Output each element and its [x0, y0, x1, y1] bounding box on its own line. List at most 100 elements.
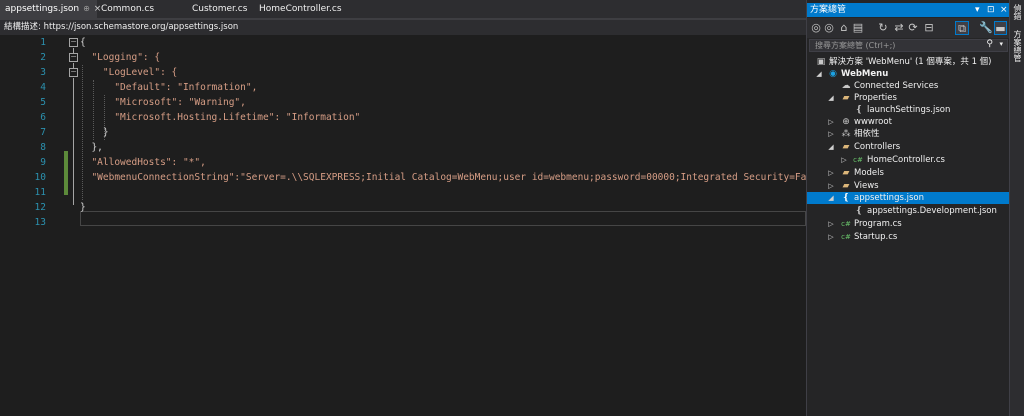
show-all-files-icon[interactable]: ⧉	[955, 21, 969, 35]
expand-arrow-icon[interactable]: ▷	[827, 128, 835, 140]
csharp-file-icon: c#	[841, 220, 851, 228]
json-file-icon: ❴	[855, 206, 863, 216]
preview-selected-icon[interactable]: ▬	[994, 21, 1007, 35]
tree-node-appsettings-development[interactable]: ❴ appsettings.Development.json	[807, 205, 1009, 217]
fold-toggle-icon[interactable]: −	[69, 38, 78, 47]
expand-arrow-icon[interactable]: ▷	[827, 231, 835, 243]
fold-line	[73, 78, 74, 205]
tree-node-launchsettings[interactable]: ❴ launchSettings.json	[807, 104, 1009, 116]
expand-arrow-icon[interactable]: ▷	[827, 180, 835, 192]
tree-node-connected-services[interactable]: ☁ Connected Services	[807, 80, 1009, 92]
tab-label: appsettings.json	[5, 4, 80, 14]
expand-arrow-icon[interactable]: ▷	[840, 154, 848, 166]
web-project-icon: ◉	[829, 69, 837, 79]
folder-icon: ▰	[842, 168, 850, 178]
tab-label: Customer.cs	[192, 4, 248, 14]
fold-toggle-icon[interactable]: −	[69, 68, 78, 77]
line-number: 9	[40, 157, 46, 168]
expand-arrow-icon[interactable]: ▷	[827, 218, 835, 230]
line-number: 4	[40, 82, 46, 93]
collapse-all-icon[interactable]: ⊟	[923, 21, 935, 35]
line-number: 6	[40, 112, 46, 123]
expand-arrow-icon[interactable]: ▷	[827, 116, 835, 128]
forward-icon[interactable]: ◎	[824, 21, 834, 35]
expand-arrow-icon[interactable]: ◢	[827, 141, 835, 153]
line-number: 5	[40, 97, 46, 108]
schema-label: 結構描述: https://json.schemastore.org/appse…	[4, 22, 239, 32]
connected-services-icon: ☁	[841, 81, 851, 91]
code-line: "Microsoft.Hosting.Lifetime": "Informati…	[80, 112, 361, 123]
tree-node-startup[interactable]: ▷ c# Startup.cs	[807, 231, 1009, 243]
tab-appsettings-json[interactable]: appsettings.json ⊕ ×	[0, 0, 101, 18]
line-number: 8	[40, 142, 46, 153]
json-file-icon: ❴	[855, 105, 863, 115]
tree-node-appsettings[interactable]: ◢ ❴ appsettings.json	[807, 192, 1009, 204]
folder-icon: ▰	[842, 181, 850, 191]
globe-icon: ⊕	[842, 117, 850, 127]
pin-icon[interactable]: ⊡	[987, 3, 995, 17]
solution-explorer-toolbar: ◎ ◎ ⌂ ▤ ↻ ⇄ ⟳ ⊟ ⧉ 🔧 ▬	[807, 18, 1010, 38]
tree-node-homecontroller[interactable]: ▷ c# HomeController.cs	[807, 154, 1009, 166]
schema-bar[interactable]: 結構描述: https://json.schemastore.org/appse…	[0, 20, 806, 35]
solution-explorer-title-bar[interactable]: 方案總管 ▾ ⊡ ×	[807, 3, 1010, 17]
tab-homecontroller-cs[interactable]: HomeController.cs	[254, 0, 364, 18]
code-line: }	[80, 127, 109, 138]
tree-node-project[interactable]: ◢ ◉ WebMenu	[807, 68, 1009, 80]
fold-line	[73, 48, 74, 53]
expand-arrow-icon[interactable]: ▷	[827, 167, 835, 179]
side-tab-debug[interactable]: 偵錯	[1012, 4, 1023, 20]
properties-folder-icon: ▰	[842, 93, 850, 103]
fold-line	[73, 63, 74, 68]
pending-changes-icon[interactable]: ↻	[877, 21, 889, 35]
close-icon[interactable]: ×	[1000, 3, 1008, 17]
csharp-file-icon: c#	[853, 156, 863, 164]
current-line-highlight	[80, 211, 806, 226]
pin-icon[interactable]: ⊕	[83, 4, 90, 13]
tree-node-solution[interactable]: ▣ 解決方案 'WebMenu' (1 個專案，共 1 個)	[807, 56, 1009, 68]
fold-toggle-icon[interactable]: −	[69, 53, 78, 62]
solution-explorer-panel: 方案總管 ▾ ⊡ × ◎ ◎ ⌂ ▤ ↻ ⇄ ⟳ ⊟ ⧉ 🔧 ▬ 搜尋方案總管 …	[806, 0, 1010, 416]
line-number: 12	[34, 202, 46, 213]
tree-node-program[interactable]: ▷ c# Program.cs	[807, 218, 1009, 230]
sync-icon[interactable]: ⇄	[893, 21, 905, 35]
code-editor[interactable]: − − − 1 2 3 4 5 6 7 8 9 10 11 12 13 { "L…	[0, 35, 806, 416]
tree-node-models[interactable]: ▷ ▰ Models	[807, 167, 1009, 179]
tree-node-dependencies[interactable]: ▷ ⁂ 相依性	[807, 128, 1009, 140]
code-line: "Default": "Information",	[80, 82, 258, 93]
expand-arrow-icon[interactable]: ◢	[827, 192, 835, 204]
code-line: "Logging": {	[80, 52, 161, 63]
expand-arrow-icon[interactable]: ◢	[827, 92, 835, 104]
line-number: 2	[40, 52, 46, 63]
tree-node-controllers[interactable]: ◢ ▰ Controllers	[807, 141, 1009, 153]
side-tool-tabs: 偵錯 方案總管	[1009, 0, 1024, 416]
editor-tab-bar: appsettings.json ⊕ × Common.cs Customer.cs…	[0, 0, 806, 18]
line-number: 10	[34, 172, 46, 183]
chevron-down-icon[interactable]: ▾	[999, 39, 1003, 50]
line-number: 11	[34, 187, 46, 198]
dependencies-icon: ⁂	[841, 129, 851, 139]
tree-node-wwwroot[interactable]: ▷ ⊕ wwwroot	[807, 116, 1009, 128]
expand-arrow-icon[interactable]: ◢	[815, 68, 823, 80]
properties-wrench-icon[interactable]: 🔧	[979, 21, 993, 35]
folder-icon: ▰	[842, 142, 850, 152]
solution-search-input[interactable]: 搜尋方案總管 (Ctrl+;) ⚲ ▾	[809, 39, 1008, 52]
tree-node-views[interactable]: ▷ ▰ Views	[807, 180, 1009, 192]
dropdown-icon[interactable]: ▾	[975, 3, 980, 17]
change-marker	[64, 151, 68, 195]
code-line: }	[80, 202, 86, 213]
search-placeholder: 搜尋方案總管 (Ctrl+;)	[815, 41, 896, 50]
csharp-file-icon: c#	[841, 233, 851, 241]
tree-node-properties[interactable]: ◢ ▰ Properties	[807, 92, 1009, 104]
code-line: {	[80, 37, 86, 48]
home-icon[interactable]: ⌂	[838, 21, 850, 35]
code-line: "WebmenuConnectionString":"Server=.\\SQL…	[80, 172, 806, 183]
back-icon[interactable]: ◎	[811, 21, 821, 35]
switch-views-icon[interactable]: ▤	[852, 21, 864, 35]
code-line: "AllowedHosts": "*",	[80, 157, 206, 168]
tab-common-cs[interactable]: Common.cs	[96, 0, 180, 18]
side-tab-solution-explorer[interactable]: 方案總管	[1012, 30, 1023, 62]
line-number: 7	[40, 127, 46, 138]
line-number: 3	[40, 67, 46, 78]
search-icon[interactable]: ⚲	[986, 39, 993, 50]
refresh-icon[interactable]: ⟳	[907, 21, 919, 35]
